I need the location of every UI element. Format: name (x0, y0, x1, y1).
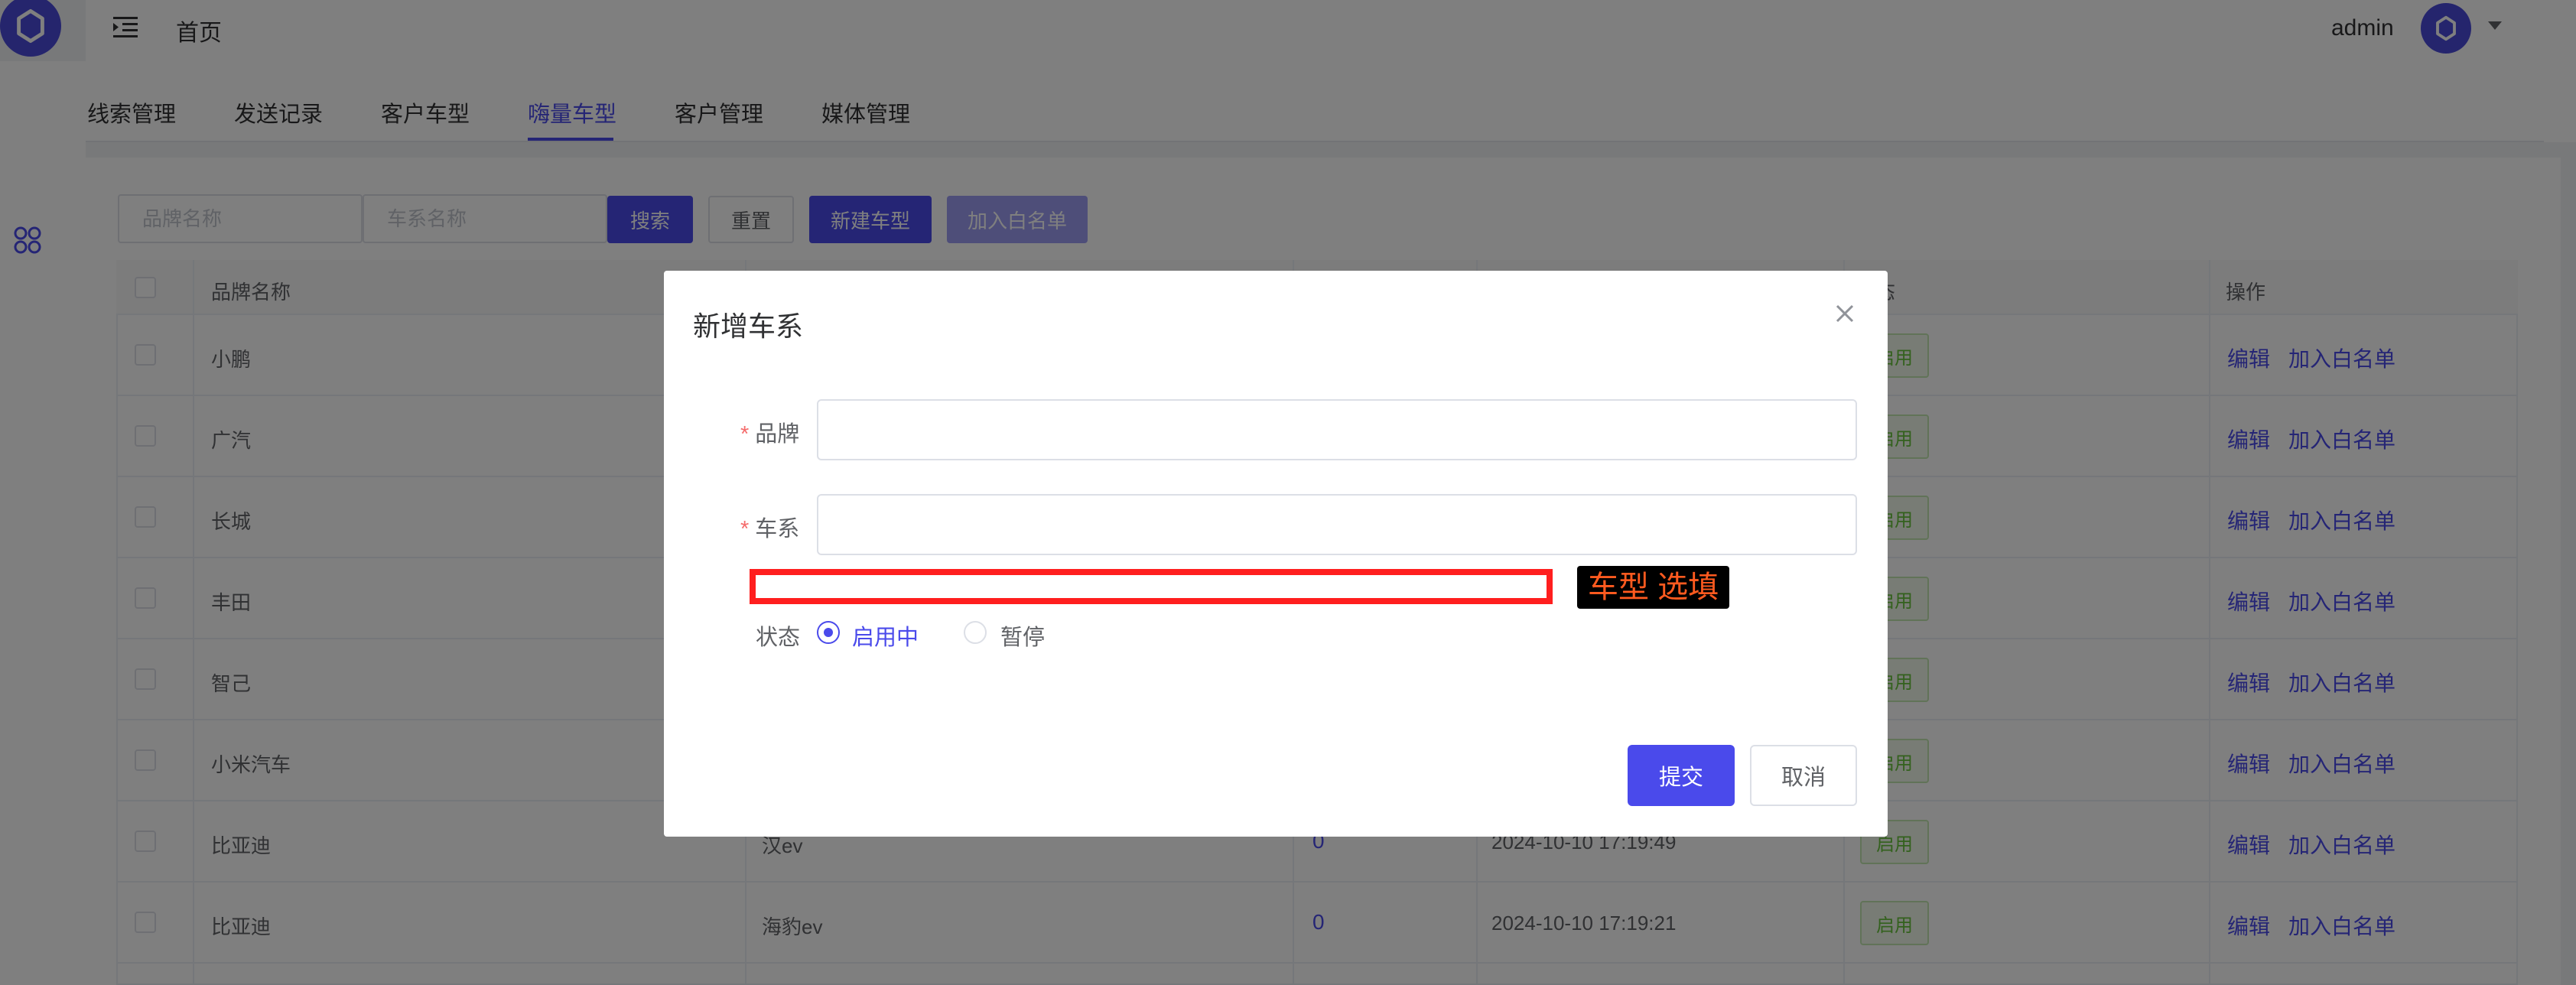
status-option-active[interactable]: 启用中 (852, 619, 919, 652)
model-field-highlight[interactable] (750, 569, 1553, 604)
required-mark: * (740, 517, 750, 541)
status-option-paused[interactable]: 暂停 (1000, 619, 1045, 652)
status-label: 状态 (756, 626, 801, 650)
submit-button[interactable]: 提交 (1628, 745, 1735, 806)
series-label: * 车系 (740, 511, 799, 543)
add-series-dialog: 新增车系 * 品牌 * 车系 车型 选填 状态 启用中 暂停 提交 取消 (664, 271, 1888, 837)
brand-label: * 品牌 (740, 416, 799, 448)
annotation-label: 车型 选填 (1577, 566, 1730, 609)
required-mark: * (740, 422, 750, 447)
series-label-text: 车系 (755, 517, 800, 541)
close-icon[interactable] (1833, 301, 1857, 326)
cancel-button[interactable]: 取消 (1750, 745, 1857, 806)
brand-field[interactable] (817, 399, 1857, 460)
status-radio-paused[interactable] (964, 621, 987, 644)
status-radio-active[interactable] (817, 621, 840, 644)
dialog-title: 新增车系 (693, 310, 804, 342)
series-field[interactable] (817, 494, 1857, 555)
brand-label-text: 品牌 (755, 422, 800, 447)
